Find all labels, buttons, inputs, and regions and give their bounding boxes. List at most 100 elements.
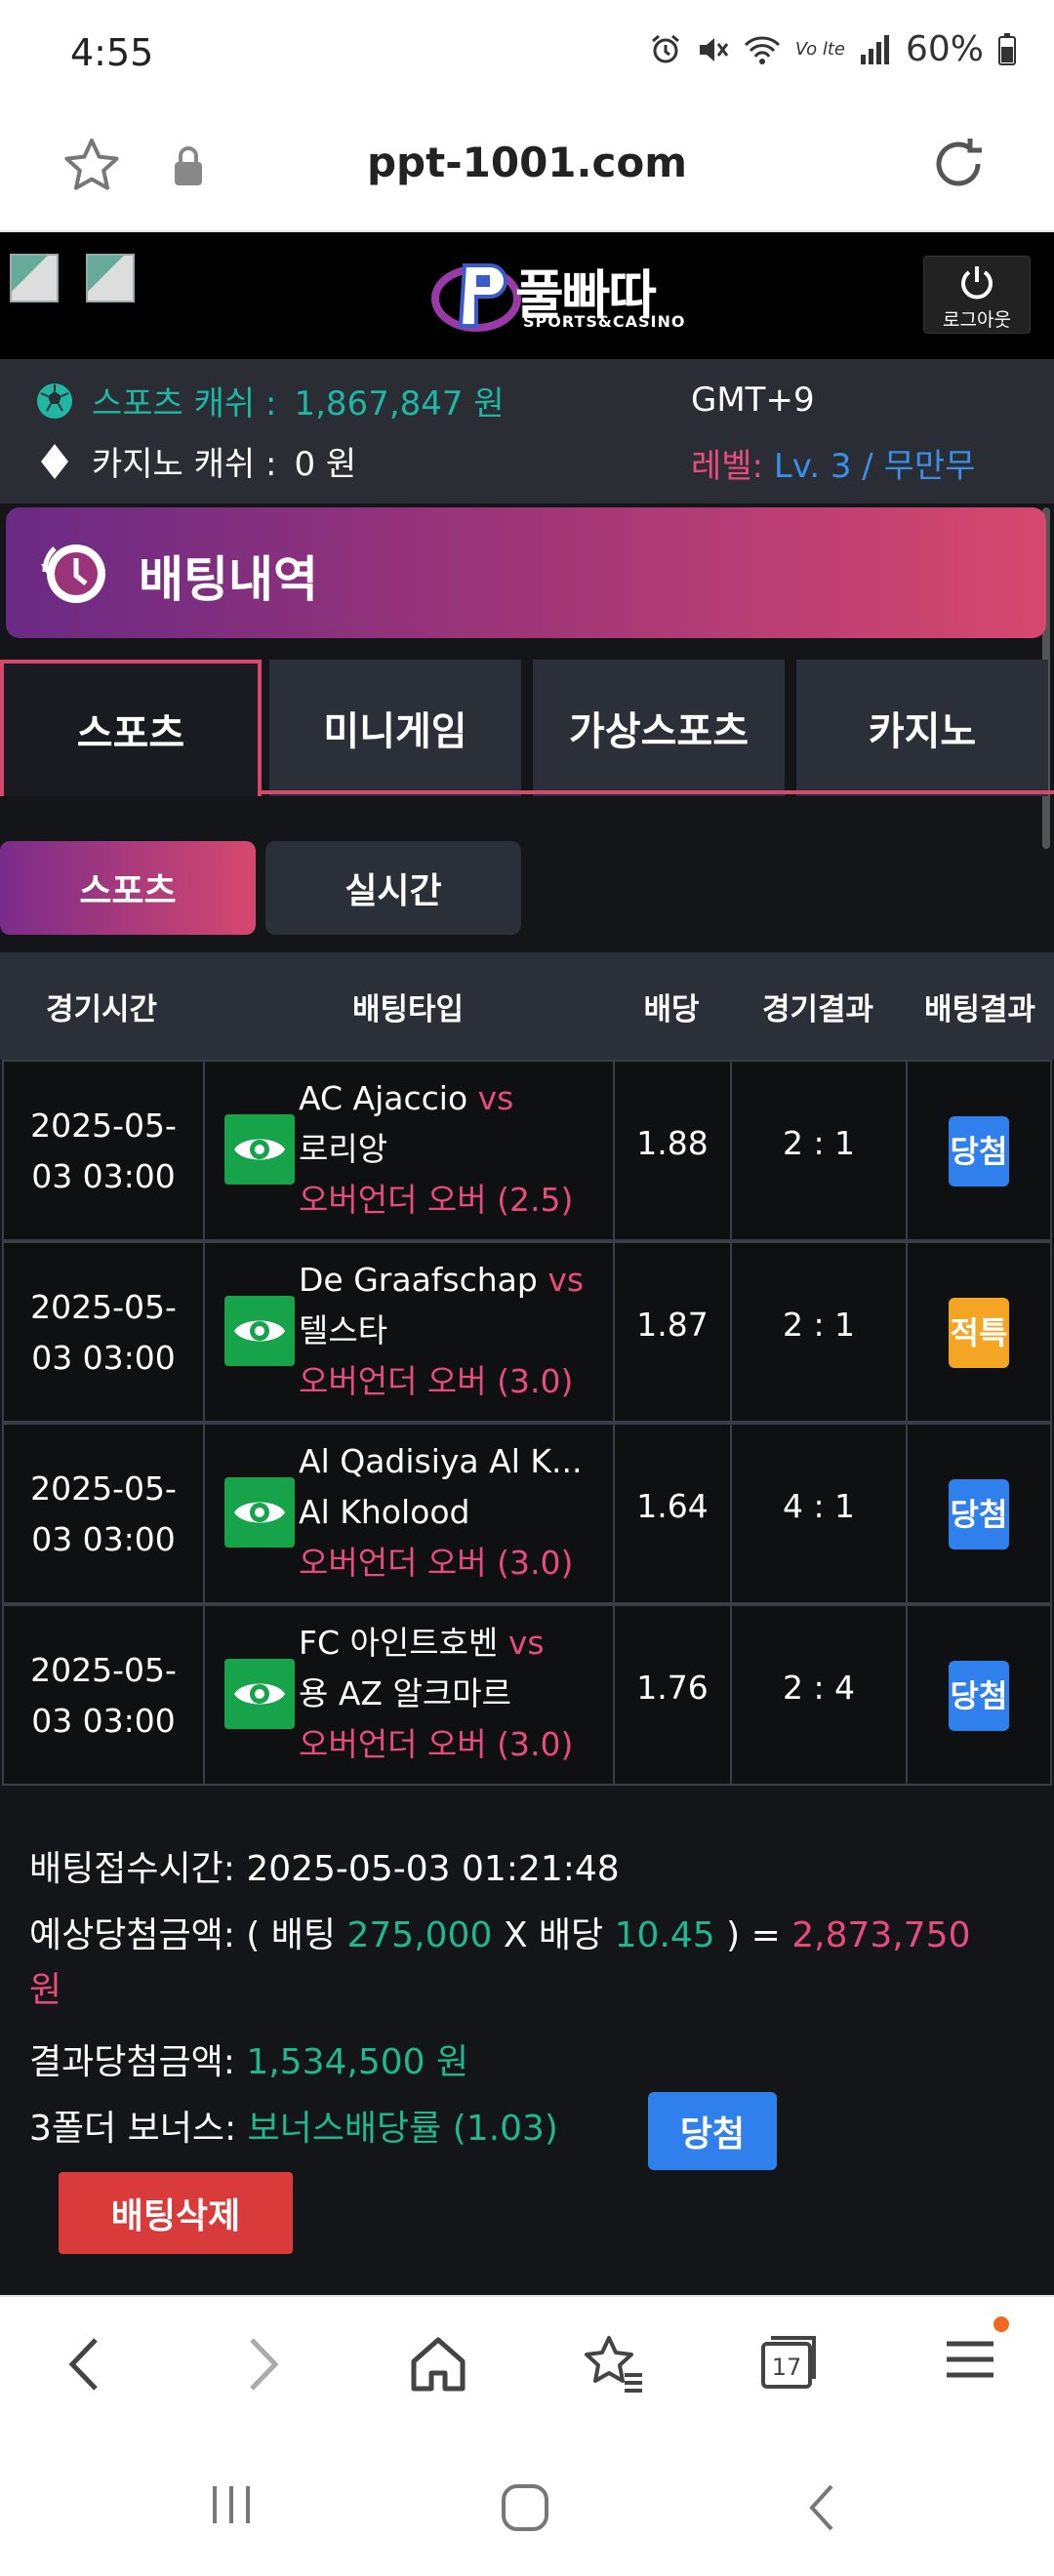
subtab-live[interactable]: 실시간 [265, 841, 521, 935]
logout-label: 로그아웃 [943, 309, 1011, 331]
home-nav-icon[interactable] [498, 2480, 552, 2535]
vs-label: vs [547, 1261, 585, 1299]
expected-win-line: 예상당첨금액: ( 배팅 275,000 X 배당 10.45 ) = 2,87… [29, 1907, 970, 1957]
home-team: De Graafschap [299, 1261, 538, 1299]
volte-icon: Vo lte [794, 39, 845, 60]
odds-value: 1.88 [636, 1124, 709, 1162]
odds-cell: 1.76 [615, 1606, 732, 1786]
bet-type: 오버언더 오버 (2.5) [299, 1181, 574, 1219]
expected-win-label: 예상당첨금액: ( 배팅 [29, 1915, 337, 1955]
won-unit: 원 [29, 1970, 62, 2010]
back-nav-icon[interactable] [802, 2480, 841, 2535]
result-win-value: 1,534,500 원 [246, 2042, 469, 2082]
match-time: 2025-05- 03 03:00 [4, 1101, 203, 1202]
casino-cash-row: 카지노 캐쉬 : 0 원 [35, 437, 356, 485]
soccer-ball-icon [37, 382, 72, 419]
forward-icon[interactable] [238, 2330, 287, 2398]
logo-subtitle: SPORTS&CASINO [523, 312, 686, 331]
bet-type-cell: AC Ajaccio vs 로리앙 오버언더 오버 (2.5) [205, 1062, 615, 1241]
odds-value: 1.87 [636, 1306, 709, 1344]
home-team: FC 아인트호벤 [299, 1624, 499, 1662]
bookmarks-icon[interactable] [580, 2330, 648, 2398]
level-label: 레벨: [691, 447, 764, 486]
casino-cash-label: 카지노 캐쉬 : [92, 445, 277, 484]
match-time: 2025-05- 03 03:00 [4, 1645, 203, 1747]
match-date: 2025-05- [30, 1469, 177, 1508]
menu-button[interactable] [941, 2316, 1009, 2393]
view-eye-icon[interactable] [224, 1114, 295, 1185]
status-time: 4:55 [70, 31, 154, 74]
match-clock: 03 03:00 [31, 1520, 176, 1558]
score-value: 2 : 4 [782, 1669, 856, 1707]
result-badge: 당첨 [949, 1479, 1009, 1550]
result-cell: 당첨 [908, 1425, 1052, 1604]
mute-icon [699, 37, 729, 61]
broken-image-icon [10, 254, 59, 302]
menu-icon [947, 2341, 993, 2378]
bet-type-cell: Al Qadisiya Al K... Al Kholood 오버언더 오버 (3… [205, 1425, 615, 1604]
subtab-sports[interactable]: 스포츠 [0, 841, 256, 935]
match-date: 2025-05- [30, 1107, 177, 1145]
match-clock: 03 03:00 [31, 1339, 176, 1377]
score-value: 2 : 1 [782, 1306, 856, 1344]
tabs-button[interactable]: 17 [757, 2330, 820, 2393]
match-info: AC Ajaccio vs 로리앙 오버언더 오버 (2.5) [299, 1073, 573, 1226]
page-title-bar: 배팅내역 [6, 507, 1046, 638]
match-info: Al Qadisiya Al K... Al Kholood 오버언더 오버 (3… [299, 1436, 583, 1589]
result-cell: 당첨 [908, 1062, 1052, 1241]
power-icon [961, 266, 993, 300]
bonus-line: 3폴더 보너스: 보너스배당률 (1.03) [29, 2100, 558, 2151]
vs-label: vs [477, 1079, 514, 1117]
table-row[interactable]: 2025-05- 03 03:00 FC 아인트호벤 vs 용 AZ 알크마르 오버언… [2, 1604, 1052, 1786]
away-team: 로리앙 [299, 1130, 388, 1168]
browser-url-bar: ppt-1001.com [0, 107, 1054, 232]
site-logo[interactable]: 풀빠따 SPORTS&CASINO [429, 252, 686, 342]
total-odds: 10.45 [614, 1915, 715, 1955]
result-win-label: 결과당첨금액: [29, 2042, 235, 2082]
bet-type-cell: FC 아인트호벤 vs 용 AZ 알크마르 오버언더 오버 (3.0) [205, 1606, 615, 1786]
match-time-cell: 2025-05- 03 03:00 [4, 1243, 205, 1423]
bonus-status-badge: 당첨 [648, 2092, 777, 2170]
away-team: 텔스타 [299, 1311, 388, 1349]
status-bar: 4:55 Vo lte 60% [0, 0, 1054, 107]
url-text[interactable]: ppt-1001.com [0, 139, 1054, 186]
view-eye-icon[interactable] [224, 1477, 295, 1548]
logout-button[interactable]: 로그아웃 [923, 256, 1031, 334]
result-badge: 당첨 [949, 1116, 1009, 1187]
equals-label: ) = [726, 1915, 781, 1955]
timezone: GMT+9 [691, 381, 815, 420]
battery-icon [998, 32, 1016, 65]
tab-sports[interactable]: 스포츠 [0, 660, 262, 796]
sports-cash-label: 스포츠 캐쉬 : [92, 384, 277, 423]
delete-bet-button[interactable]: 배팅삭제 [59, 2172, 293, 2254]
bonus-label: 3폴더 보너스: [29, 2109, 237, 2149]
back-icon[interactable] [61, 2330, 109, 2398]
header-match-result: 경기결과 [761, 991, 874, 1027]
view-eye-icon[interactable] [224, 1296, 295, 1366]
home-team: Al Qadisiya Al K... [299, 1442, 583, 1480]
table-row[interactable]: 2025-05- 03 03:00 De Graafschap vs 텔스타 오버언더… [2, 1241, 1052, 1423]
reload-icon[interactable] [927, 133, 990, 195]
score-cell: 2 : 1 [732, 1062, 908, 1241]
header-odds: 배당 [643, 991, 700, 1027]
result-cell: 적특 [908, 1243, 1052, 1423]
table-row[interactable]: 2025-05- 03 03:00 AC Ajaccio vs 로리앙 오버언더 오버… [2, 1060, 1052, 1241]
received-time-value: 2025-05-03 01:21:48 [246, 1849, 620, 1889]
odds-cell: 1.64 [615, 1425, 732, 1604]
battery-percent: 60% [905, 29, 984, 69]
match-time: 2025-05- 03 03:00 [4, 1464, 203, 1565]
table-row[interactable]: 2025-05- 03 03:00 Al Qadisiya Al K... Al … [2, 1423, 1052, 1604]
match-time-cell: 2025-05- 03 03:00 [4, 1606, 205, 1786]
tab-minigame[interactable]: 미니게임 [269, 660, 521, 796]
view-eye-icon[interactable] [224, 1659, 295, 1729]
wifi-icon [744, 35, 780, 64]
home-icon[interactable] [404, 2330, 472, 2398]
received-time-label: 배팅접수시간: [29, 1849, 235, 1889]
tab-casino[interactable]: 카지노 [796, 660, 1048, 796]
odds-cell: 1.88 [615, 1062, 732, 1241]
match-time-cell: 2025-05- 03 03:00 [4, 1062, 205, 1241]
score-cell: 4 : 1 [732, 1425, 908, 1604]
header-bet-type: 배팅타입 [351, 991, 465, 1027]
recent-apps-icon[interactable] [207, 2480, 256, 2529]
tab-virtual-sports[interactable]: 가상스포츠 [533, 660, 785, 796]
